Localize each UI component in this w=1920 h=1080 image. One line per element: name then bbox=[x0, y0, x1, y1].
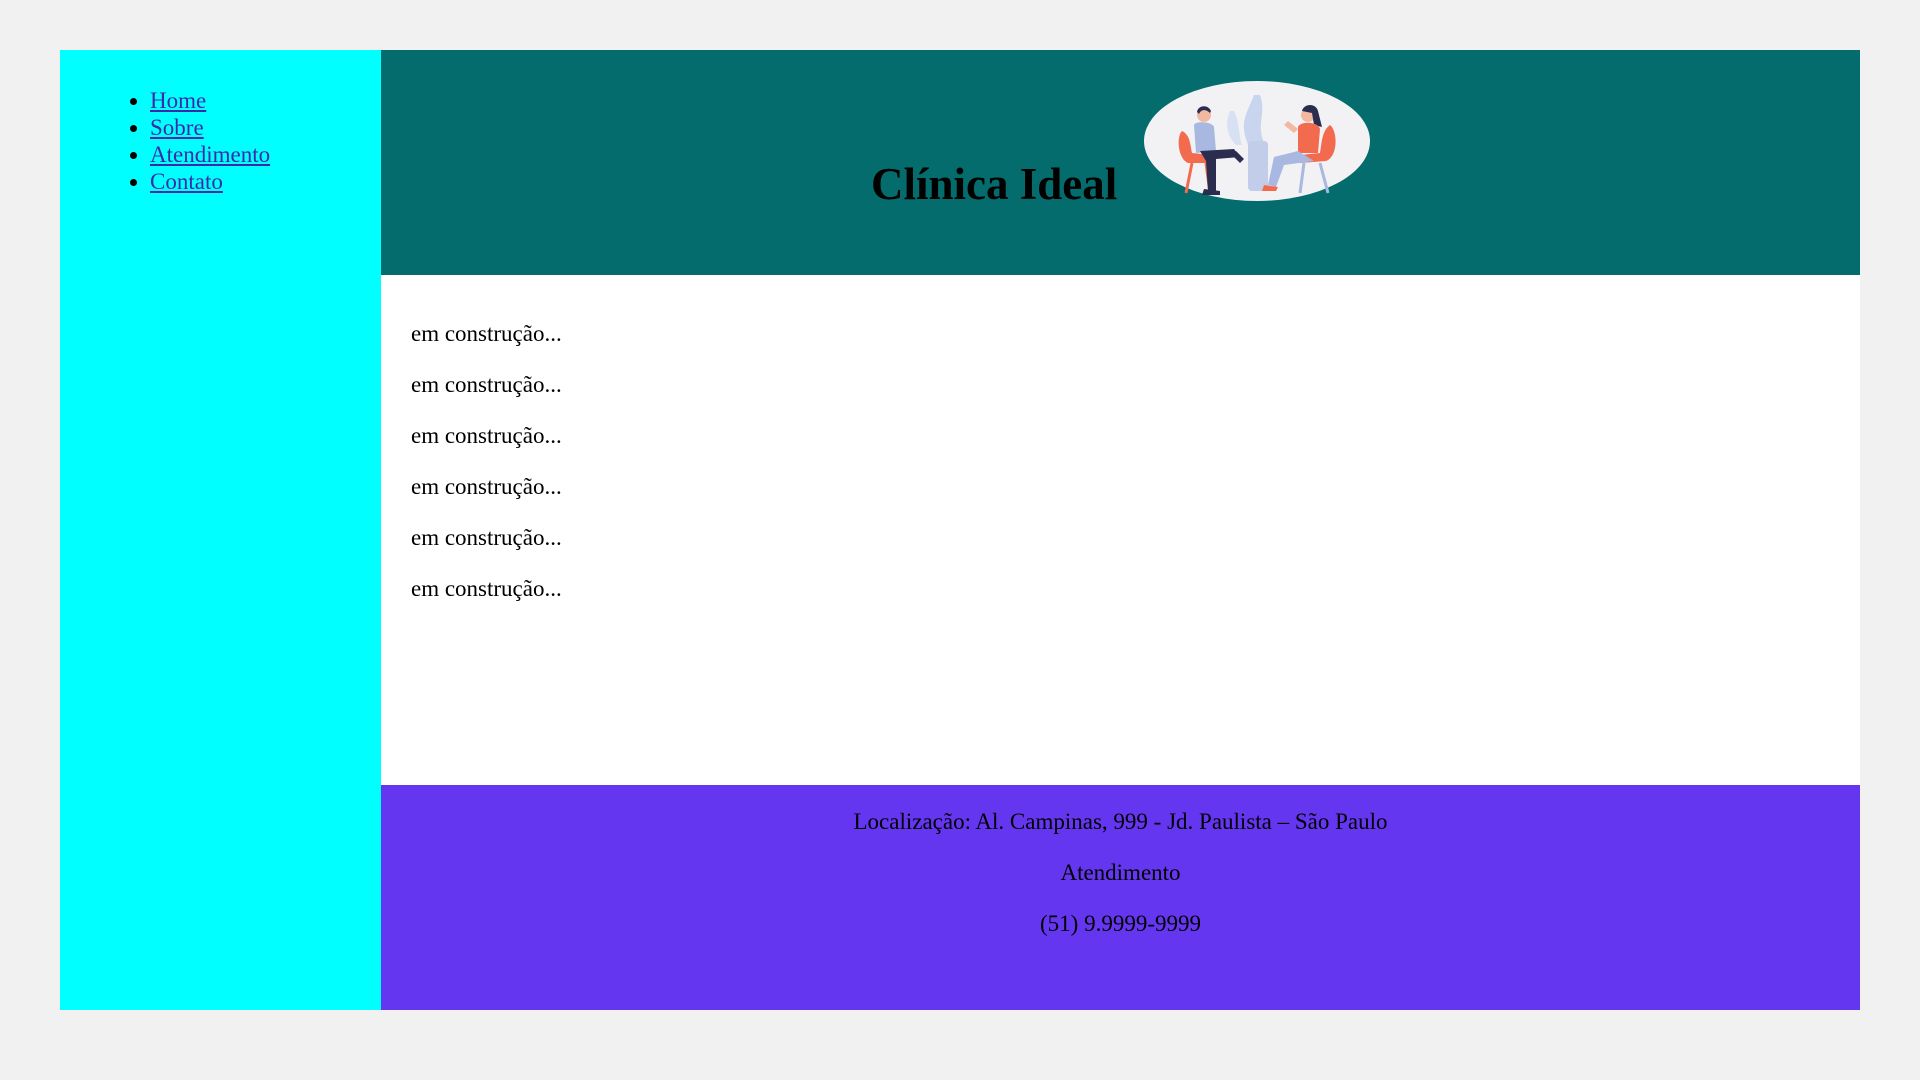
nav-item-sobre: Sobre bbox=[150, 114, 270, 141]
nav-item-contato: Contato bbox=[150, 168, 270, 195]
nav-item-atendimento: Atendimento bbox=[150, 141, 270, 168]
nav-link-contato[interactable]: Contato bbox=[150, 169, 223, 194]
nav-link-atendimento[interactable]: Atendimento bbox=[150, 142, 270, 167]
footer: Localização: Al. Campinas, 999 - Jd. Pau… bbox=[381, 785, 1860, 1010]
construction-text-3: em construção... bbox=[411, 423, 562, 448]
construction-text-5: em construção... bbox=[411, 525, 562, 550]
construction-text-2: em construção... bbox=[411, 372, 562, 397]
sidebar: Home Sobre Atendimento Contato bbox=[60, 50, 381, 1010]
nav-link-home[interactable]: Home bbox=[150, 88, 206, 113]
construction-text-4: em construção... bbox=[411, 474, 562, 499]
main-content: em construção... em construção... em con… bbox=[381, 275, 1860, 785]
therapy-session-illustration-icon bbox=[1144, 81, 1370, 201]
footer-service: Atendimento bbox=[1060, 860, 1181, 885]
page-container: Home Sobre Atendimento Contato Clínica I… bbox=[60, 50, 1860, 1010]
construction-text-1: em construção... bbox=[411, 321, 562, 346]
page-title: Clínica Ideal bbox=[871, 159, 1118, 209]
nav-item-home: Home bbox=[150, 87, 270, 114]
header: Clínica Ideal bbox=[381, 50, 1860, 275]
footer-phone: (51) 9.9999-9999 bbox=[1040, 911, 1201, 936]
construction-text-6: em construção... bbox=[411, 576, 562, 601]
nav-link-sobre[interactable]: Sobre bbox=[150, 115, 204, 140]
footer-location: Localização: Al. Campinas, 999 - Jd. Pau… bbox=[853, 809, 1388, 834]
nav-list: Home Sobre Atendimento Contato bbox=[60, 87, 270, 195]
